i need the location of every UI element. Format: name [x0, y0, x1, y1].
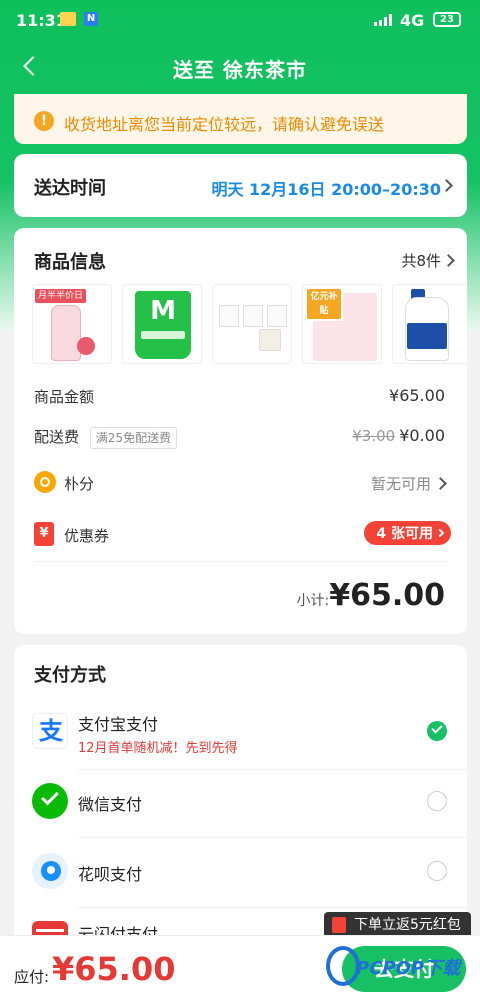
goods-info-card: 商品信息 共8件 月半半价日 M 亿元补贴 商品金额 ¥65.00 配送费 满2…	[14, 228, 467, 634]
chevron-right-icon	[434, 477, 447, 490]
yogurt-box-image	[313, 321, 377, 361]
site-watermark: PCPOP下载	[326, 946, 476, 986]
watermark-text: PCPOP下载	[356, 958, 461, 979]
goods-amount-row: 商品金额 ¥65.00	[34, 386, 445, 407]
red-packet-icon	[332, 917, 346, 933]
product-thumbnail[interactable]: M	[122, 284, 202, 364]
battery-icon: 23	[433, 12, 461, 27]
delivery-time-value[interactable]: 明天 12月16日 20:00–20:30	[211, 176, 441, 200]
shipping-fee-label: 配送费	[34, 428, 80, 446]
product-thumbnail[interactable]	[212, 284, 292, 364]
divider	[34, 561, 447, 562]
divider	[78, 837, 467, 838]
shipping-fee-row: 配送费 满25免配送费 ¥3.00 ¥0.00	[34, 426, 445, 449]
payment-option-alipay[interactable]: 支 支付宝支付 12月首单随机减！先到先得	[14, 701, 467, 771]
divider	[78, 769, 467, 770]
tooltip-text: 下单立返5元红包	[354, 917, 461, 933]
promo-badge: 月半半价日	[35, 289, 87, 303]
strawberry-image	[77, 337, 95, 355]
goods-info-title: 商品信息	[34, 252, 106, 273]
network-type: 4G	[400, 11, 425, 30]
divider	[78, 907, 467, 908]
subtotal: 小计:¥65.00	[297, 578, 446, 613]
product-thumbnail[interactable]	[392, 284, 467, 364]
points-row[interactable]: 朴分 暂无可用	[34, 471, 447, 494]
address-warning-banner: ! 收货地址离您当前定位较远，请确认避免误送	[14, 94, 467, 144]
payment-method-title: 支付方式	[34, 665, 106, 686]
warning-text: 收货地址离您当前定位较远，请确认避免误送	[64, 115, 385, 134]
yogurt-box-image	[343, 293, 377, 323]
points-label: 朴分	[64, 475, 95, 493]
payment-option-name: 支付宝支付	[78, 715, 159, 734]
subtotal-value: ¥65.00	[329, 578, 445, 613]
delivery-time-label: 送达时间	[34, 178, 106, 199]
payment-option-name: 微信支付	[78, 795, 143, 814]
chevron-right-icon	[442, 254, 455, 267]
free-shipping-tag: 满25免配送费	[89, 427, 178, 449]
goods-amount-label: 商品金额	[34, 388, 95, 406]
shipping-fee-values: ¥3.00 ¥0.00	[352, 426, 445, 445]
goods-count-link[interactable]: 共8件	[401, 250, 441, 271]
chevron-right-icon	[435, 528, 445, 538]
delivery-time-row[interactable]: 送达时间 明天 12月16日 20:00–20:30	[14, 154, 467, 217]
payment-option-huabei[interactable]: 花呗支付	[14, 841, 467, 911]
shipping-fee-value: ¥0.00	[399, 426, 445, 445]
coupon-row[interactable]: ¥ 优惠券 4 张可用	[34, 521, 451, 546]
yogurt-cup-image	[267, 305, 287, 327]
product-thumbnail[interactable]: 月半半价日	[32, 284, 112, 364]
shipping-fee-original: ¥3.00	[352, 427, 396, 445]
check-icon	[431, 722, 443, 734]
product-thumbnail[interactable]: 亿元补贴	[302, 284, 382, 364]
warning-icon: !	[34, 111, 54, 131]
gallery-notification-icon	[60, 12, 76, 26]
yogurt-bottle-image	[51, 305, 81, 361]
subsidy-badge: 亿元补贴	[307, 289, 341, 319]
radio-unselected[interactable]	[427, 791, 447, 811]
signal-icon	[374, 14, 394, 26]
yogurt-cup-image	[259, 329, 281, 351]
amount-due-value: ¥65.00	[52, 950, 176, 988]
coupon-label: 优惠券	[64, 527, 110, 545]
subtotal-label: 小计:	[296, 593, 330, 609]
label-band	[141, 331, 185, 339]
payment-option-wechat[interactable]: 微信支付	[14, 773, 467, 843]
huabei-icon	[32, 853, 68, 889]
yogurt-cup-image	[243, 305, 263, 327]
radio-unselected[interactable]	[427, 861, 447, 881]
coupon-available-badge[interactable]: 4 张可用	[364, 521, 451, 545]
payment-option-promo: 12月首单随机减！先到先得	[78, 741, 238, 756]
coupon-icon: ¥	[34, 522, 54, 546]
brand-m-logo: M	[150, 296, 176, 326]
coupon-available-text: 4 张可用	[376, 526, 433, 542]
goods-thumbnail-strip[interactable]: 月半半价日 M 亿元补贴	[32, 284, 467, 364]
jug-label	[407, 323, 447, 349]
page-title: 送至 徐东茶市	[173, 58, 307, 82]
yogurt-cup-image	[219, 305, 239, 327]
chevron-right-icon	[440, 179, 453, 192]
watermark-logo-icon	[326, 946, 360, 986]
app-notification-icon: N	[84, 12, 98, 26]
alipay-icon: 支	[32, 713, 68, 749]
radio-selected[interactable]	[427, 721, 447, 741]
wechat-pay-icon	[32, 783, 68, 819]
payment-option-name: 花呗支付	[78, 865, 143, 884]
amount-due-label: 应付:	[14, 968, 50, 986]
goods-amount-value: ¥65.00	[389, 386, 445, 405]
status-bar: 11:31 N 4G 23	[0, 0, 480, 42]
points-value: 暂无可用	[370, 475, 431, 493]
points-coin-icon	[34, 471, 56, 493]
nav-bar: 送至 徐东茶市	[0, 44, 480, 90]
